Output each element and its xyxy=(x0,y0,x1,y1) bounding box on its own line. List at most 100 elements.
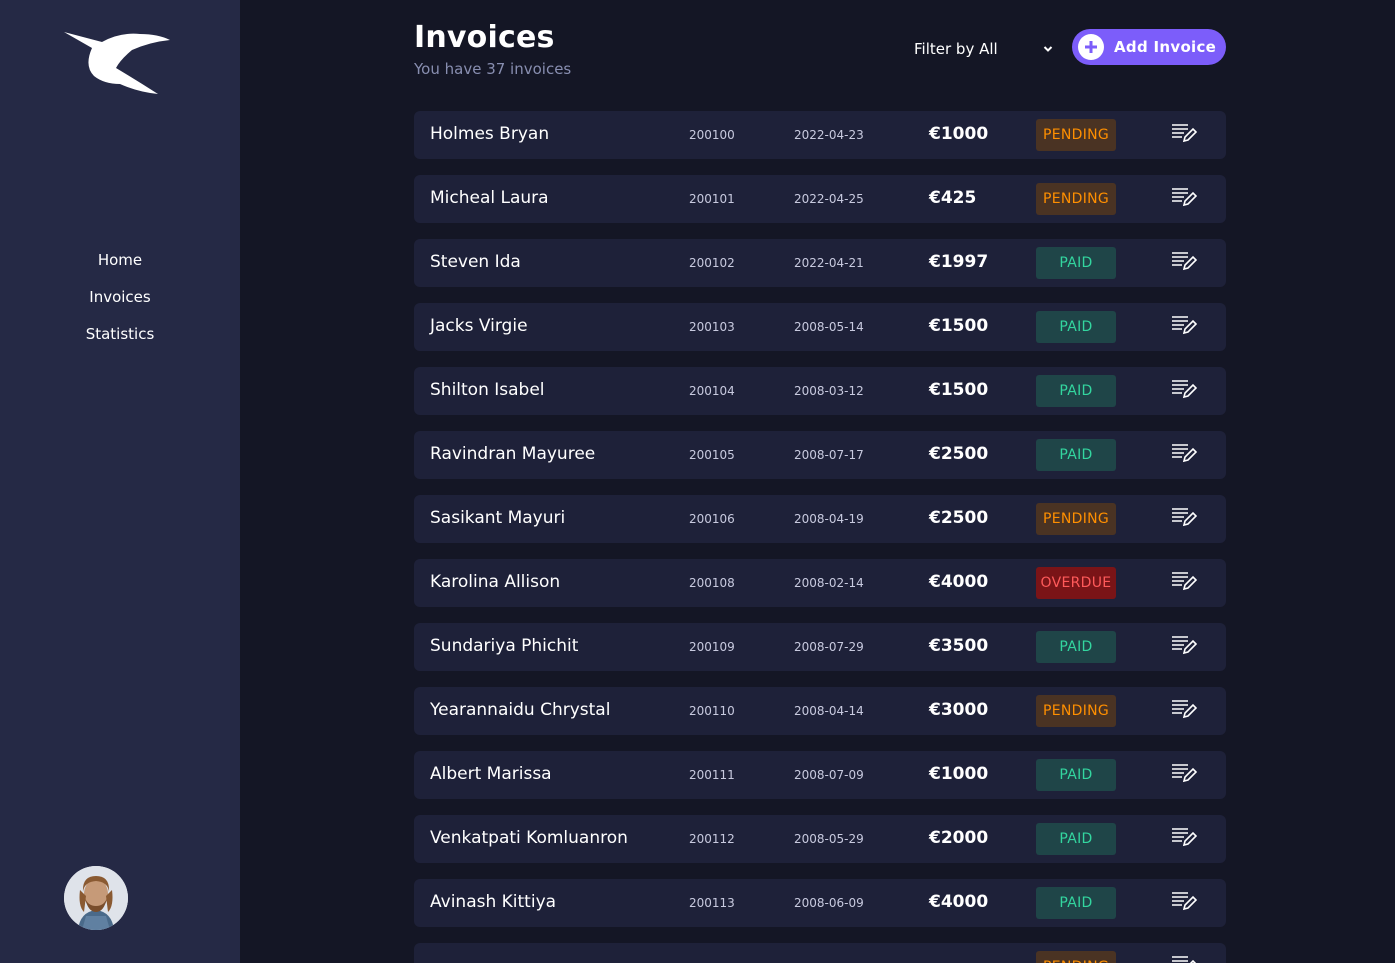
invoice-date: 2008-05-29 xyxy=(794,832,864,846)
edit-invoice-icon[interactable] xyxy=(1171,570,1198,592)
invoice-row[interactable]: Holmes Bryan 200100 2022-04-23 €1000 PENDING xyxy=(414,111,1226,159)
status-badge: PAID xyxy=(1036,311,1116,343)
invoice-id: 200101 xyxy=(689,192,735,206)
edit-invoice-icon[interactable] xyxy=(1171,314,1198,336)
edit-invoice-icon[interactable] xyxy=(1171,186,1198,208)
invoice-id: 200105 xyxy=(689,448,735,462)
chevron-down-icon xyxy=(1043,46,1053,52)
nav-item-home[interactable]: Home xyxy=(0,248,240,285)
client-name: Sasikant Mayuri xyxy=(430,508,566,528)
client-name: Sundariya Phichit xyxy=(430,636,579,656)
invoice-row[interactable]: Venkatpati Komluanron 200112 2008-05-29 €20… xyxy=(414,815,1226,863)
plus-icon xyxy=(1078,34,1104,60)
invoice-list: Holmes Bryan 200100 2022-04-23 €1000 PENDING… xyxy=(414,111,1226,963)
edit-invoice-icon[interactable] xyxy=(1171,122,1198,144)
invoice-row[interactable]: Micheal Laura 200101 2022-04-25 €425 PENDING xyxy=(414,175,1226,223)
invoice-row[interactable]: Yearannaidu Chrystal 200110 2008-04-14 €300… xyxy=(414,687,1226,735)
status-badge: OVERDUE xyxy=(1036,567,1116,599)
edit-invoice-icon[interactable] xyxy=(1171,890,1198,912)
invoice-amount: €1997 xyxy=(929,252,989,272)
client-name: Micheal Laura xyxy=(430,188,549,208)
status-badge: PAID xyxy=(1036,247,1116,279)
invoice-amount: €3500 xyxy=(929,636,989,656)
edit-invoice-icon[interactable] xyxy=(1171,378,1198,400)
status-badge: PENDING xyxy=(1036,951,1116,963)
edit-invoice-icon[interactable] xyxy=(1171,442,1198,464)
client-name: Karolina Allison xyxy=(430,572,561,592)
invoice-row[interactable]: Avinash Kittiya 200113 2008-06-09 €4000 PAID xyxy=(414,879,1226,927)
invoice-date: 2008-03-12 xyxy=(794,384,864,398)
status-badge: PAID xyxy=(1036,759,1116,791)
invoice-date: 2008-02-14 xyxy=(794,576,864,590)
invoice-date: 2008-07-09 xyxy=(794,768,864,782)
nav-item-invoices[interactable]: Invoices xyxy=(0,285,240,322)
status-badge: PENDING xyxy=(1036,119,1116,151)
invoice-id: 200100 xyxy=(689,128,735,142)
status-badge: PAID xyxy=(1036,887,1116,919)
invoice-id: 200103 xyxy=(689,320,735,334)
invoice-id: 200112 xyxy=(689,832,735,846)
edit-invoice-icon[interactable] xyxy=(1171,954,1197,963)
status-badge: PAID xyxy=(1036,823,1116,855)
client-name: Avinash Kittiya xyxy=(430,892,557,912)
invoice-amount: €2500 xyxy=(929,444,989,464)
invoice-id: 200109 xyxy=(689,640,735,654)
status-badge: PENDING xyxy=(1036,695,1116,727)
client-name: Holmes Bryan xyxy=(430,124,550,144)
sidebar: Home Invoices Statistics xyxy=(0,0,240,963)
status-badge: PAID xyxy=(1036,631,1116,663)
edit-invoice-icon[interactable] xyxy=(1171,506,1198,528)
invoice-row[interactable]: Ravindran Mayuree 200105 2008-07-17 €2500 PA… xyxy=(414,431,1226,479)
invoice-row[interactable]: Steven Ida 200102 2022-04-21 €1997 PAID xyxy=(414,239,1226,287)
invoice-date: 2008-06-09 xyxy=(794,896,864,910)
nav-item-statistics[interactable]: Statistics xyxy=(0,322,240,359)
invoice-id: 200110 xyxy=(689,704,735,718)
invoice-row[interactable]: Sundariya Phichit 200109 2008-07-29 €3500 PA… xyxy=(414,623,1226,671)
invoice-row[interactable]: Sasikant Mayuri 200106 2008-04-19 €2500 PEND… xyxy=(414,495,1226,543)
client-name: Jacks Virgie xyxy=(430,316,528,336)
client-name: Albert Marissa xyxy=(430,764,552,784)
page-title: Invoices xyxy=(414,20,555,55)
user-avatar[interactable] xyxy=(64,866,128,930)
edit-invoice-icon[interactable] xyxy=(1171,826,1198,848)
client-name: Ravindran Mayuree xyxy=(430,444,596,464)
invoice-id: 200106 xyxy=(689,512,735,526)
status-badge: PENDING xyxy=(1036,503,1116,535)
edit-invoice-icon[interactable] xyxy=(1171,250,1198,272)
invoice-amount: €4000 xyxy=(929,892,989,912)
client-name: Venkatpati Komluanron xyxy=(430,828,628,848)
add-invoice-button[interactable]: Add Invoice xyxy=(1072,29,1226,65)
invoice-date: 2008-07-17 xyxy=(794,448,864,462)
invoice-date: 2008-04-19 xyxy=(794,512,864,526)
status-badge: PENDING xyxy=(1036,183,1116,215)
invoice-amount: €3000 xyxy=(929,700,989,720)
edit-invoice-icon[interactable] xyxy=(1171,698,1198,720)
sidebar-nav: Home Invoices Statistics xyxy=(0,248,240,359)
status-filter-dropdown[interactable]: Filter by All xyxy=(914,38,1054,60)
status-badge: PAID xyxy=(1036,375,1116,407)
edit-invoice-icon[interactable] xyxy=(1171,634,1198,656)
invoice-row[interactable]: Karolina Allison 200108 2008-02-14 €4000 OVE… xyxy=(414,559,1226,607)
client-name: Shilton Isabel xyxy=(430,380,545,400)
invoice-id: 200102 xyxy=(689,256,735,270)
invoice-row[interactable]: Shilton Isabel 200104 2008-03-12 €1500 PAID xyxy=(414,367,1226,415)
invoice-amount: €1000 xyxy=(929,124,989,144)
invoice-row[interactable]: Jacks Virgie 200103 2008-05-14 €1500 PAID xyxy=(414,303,1226,351)
invoice-date: 2022-04-23 xyxy=(794,128,864,142)
invoice-row[interactable]: Albert Marissa 200111 2008-07-09 €1000 PAID xyxy=(414,751,1226,799)
invoice-amount: €1500 xyxy=(929,316,989,336)
invoice-id: 200108 xyxy=(689,576,735,590)
invoice-date: 2022-04-25 xyxy=(794,192,864,206)
invoice-id: 200104 xyxy=(689,384,735,398)
invoice-row[interactable]: PENDING xyxy=(414,943,1226,963)
invoice-date: 2008-07-29 xyxy=(794,640,864,654)
invoice-date: 2008-05-14 xyxy=(794,320,864,334)
invoice-amount: €4000 xyxy=(929,572,989,592)
invoice-amount: €2000 xyxy=(929,828,989,848)
hummingbird-logo[interactable] xyxy=(62,28,172,98)
add-invoice-label: Add Invoice xyxy=(1114,38,1217,56)
edit-invoice-icon[interactable] xyxy=(1171,762,1198,784)
invoices-page: Invoices You have 37 invoices Filter by … xyxy=(414,0,1226,963)
filter-label: Filter by All xyxy=(914,40,998,58)
invoice-date: 2008-04-14 xyxy=(794,704,864,718)
